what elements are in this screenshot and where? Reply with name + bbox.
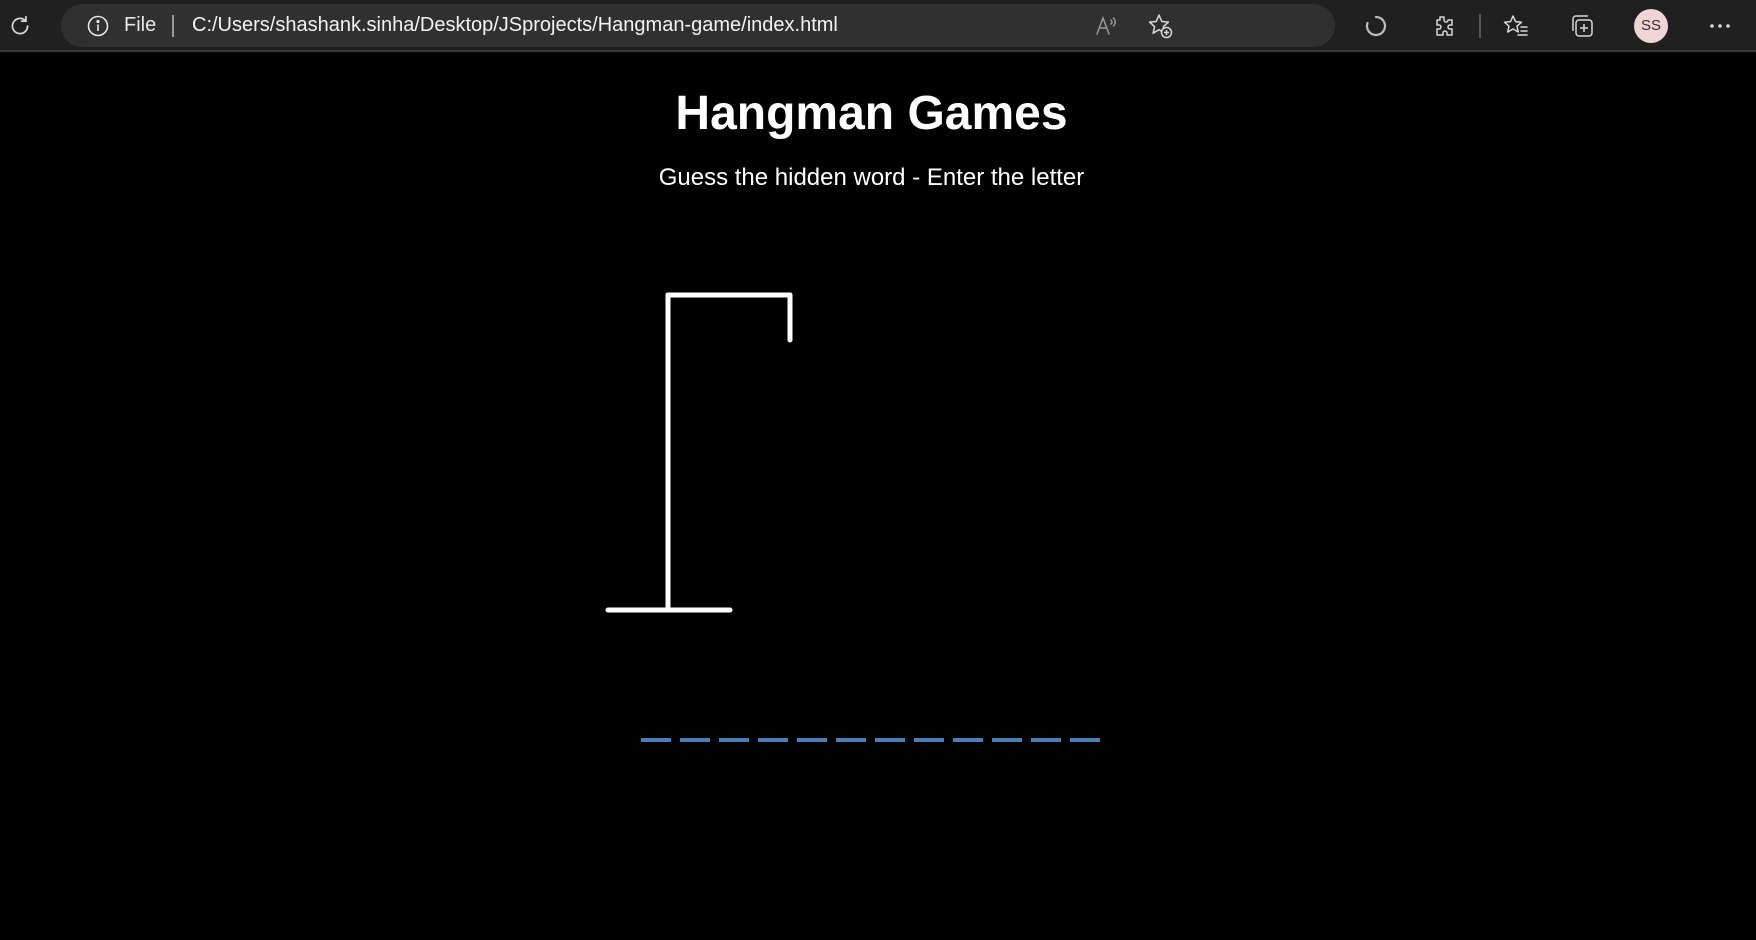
refresh-icon[interactable] — [0, 6, 40, 46]
toolbar-divider — [1479, 14, 1481, 38]
letter-slot — [992, 738, 1022, 742]
letter-slot — [719, 738, 749, 742]
profile-avatar[interactable]: SS — [1634, 9, 1668, 43]
info-icon[interactable] — [87, 15, 109, 37]
letter-slot — [836, 738, 866, 742]
letter-slot — [641, 738, 671, 742]
letter-slot — [758, 738, 788, 742]
letter-slot — [680, 738, 710, 742]
letter-slot — [875, 738, 905, 742]
letter-slot — [1031, 738, 1061, 742]
read-aloud-icon[interactable] — [1086, 6, 1126, 46]
letter-slot — [914, 738, 944, 742]
address-bar[interactable]: File C:/Users/shashank.sinha/Desktop/JSp… — [61, 4, 1335, 47]
letter-slot — [1070, 738, 1100, 742]
extensions-icon[interactable] — [1423, 6, 1463, 46]
browser-toolbar: File C:/Users/shashank.sinha/Desktop/JSp… — [0, 0, 1756, 52]
hangman-gallows — [605, 292, 793, 613]
add-favorite-icon[interactable] — [1140, 6, 1180, 46]
more-options-icon[interactable] — [1700, 6, 1740, 46]
favorites-icon[interactable] — [1496, 6, 1536, 46]
url-text[interactable]: C:/Users/shashank.sinha/Desktop/JSprojec… — [192, 14, 838, 36]
loading-spinner-icon — [1356, 6, 1396, 46]
letter-slot — [797, 738, 827, 742]
address-scheme-label: File — [124, 14, 157, 36]
page-content: Hangman Games Guess the hidden word - En… — [0, 54, 1756, 940]
letter-slot — [953, 738, 983, 742]
word-slots — [641, 738, 1100, 742]
address-divider — [172, 15, 174, 37]
collections-icon[interactable] — [1562, 6, 1602, 46]
